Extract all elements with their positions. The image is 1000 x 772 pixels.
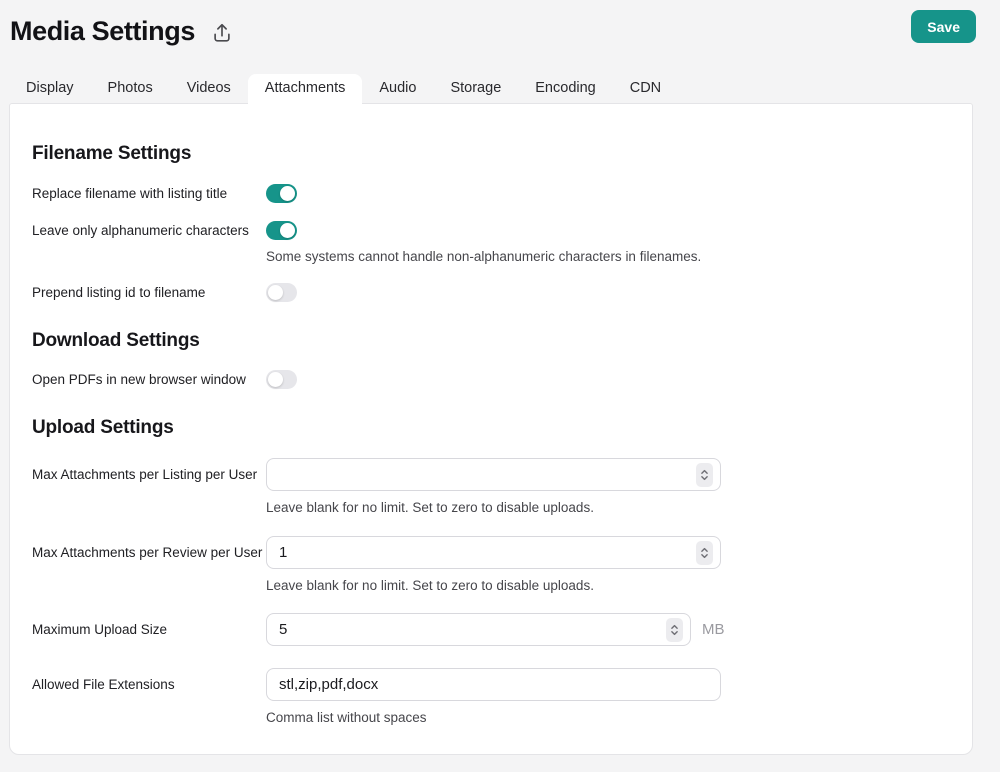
number-field-wrapper bbox=[266, 613, 691, 646]
tab-encoding[interactable]: Encoding bbox=[518, 74, 612, 105]
tab-videos[interactable]: Videos bbox=[170, 74, 248, 105]
allowed-extensions-input[interactable] bbox=[266, 668, 721, 701]
settings-tabbar: Display Photos Videos Attachments Audio … bbox=[9, 74, 678, 105]
number-field-wrapper bbox=[266, 458, 721, 491]
upload-icon[interactable] bbox=[211, 21, 233, 45]
setting-label: Leave only alphanumeric characters bbox=[32, 221, 266, 265]
max-upload-size-input[interactable] bbox=[266, 613, 691, 646]
text-field-wrapper bbox=[266, 668, 721, 701]
stepper-chevrons-icon[interactable] bbox=[666, 618, 683, 642]
number-field-wrapper bbox=[266, 536, 721, 569]
toggle-knob bbox=[280, 186, 295, 201]
media-settings-page: Media Settings Save Display Photos Video… bbox=[0, 0, 1000, 772]
max-attachments-review-input[interactable] bbox=[266, 536, 721, 569]
setting-label: Max Attachments per Review per User bbox=[32, 536, 266, 569]
toggle-prepend-listing-id[interactable] bbox=[266, 283, 297, 302]
help-text: Leave blank for no limit. Set to zero to… bbox=[266, 500, 950, 516]
setting-label: Replace filename with listing title bbox=[32, 184, 266, 203]
section-heading-download-settings: Download Settings bbox=[32, 329, 950, 352]
tab-audio[interactable]: Audio bbox=[362, 74, 433, 105]
toggle-replace-filename[interactable] bbox=[266, 184, 297, 203]
setting-row-max-upload-size: Maximum Upload Size MB bbox=[32, 613, 950, 646]
setting-label: Allowed File Extensions bbox=[32, 668, 266, 701]
stepper-chevrons-icon[interactable] bbox=[696, 541, 713, 565]
setting-label: Maximum Upload Size bbox=[32, 613, 266, 646]
tab-photos[interactable]: Photos bbox=[91, 74, 170, 105]
setting-row-alphanumeric-only: Leave only alphanumeric characters Some … bbox=[32, 221, 950, 265]
setting-label: Max Attachments per Listing per User bbox=[32, 458, 266, 491]
max-attachments-listing-input[interactable] bbox=[266, 458, 721, 491]
stepper-chevrons-icon[interactable] bbox=[696, 463, 713, 487]
help-text: Some systems cannot handle non-alphanume… bbox=[266, 249, 950, 265]
help-text: Comma list without spaces bbox=[266, 710, 950, 726]
tab-attachments[interactable]: Attachments bbox=[248, 74, 363, 105]
page-title: Media Settings bbox=[10, 16, 195, 47]
setting-row-prepend-listing-id: Prepend listing id to filename bbox=[32, 283, 950, 302]
setting-row-max-attachments-review: Max Attachments per Review per User Leav… bbox=[32, 536, 950, 594]
section-heading-upload-settings: Upload Settings bbox=[32, 416, 950, 439]
toggle-open-pdfs[interactable] bbox=[266, 370, 297, 389]
toggle-knob bbox=[268, 285, 283, 300]
save-button[interactable]: Save bbox=[911, 10, 976, 43]
setting-row-open-pdfs: Open PDFs in new browser window bbox=[32, 370, 950, 389]
unit-suffix: MB bbox=[702, 621, 725, 638]
toggle-alphanumeric-only[interactable] bbox=[266, 221, 297, 240]
setting-row-max-attachments-listing: Max Attachments per Listing per User Lea… bbox=[32, 458, 950, 516]
attachments-settings-panel: Filename Settings Replace filename with … bbox=[9, 103, 973, 755]
toggle-knob bbox=[280, 223, 295, 238]
toggle-knob bbox=[268, 372, 283, 387]
setting-label: Open PDFs in new browser window bbox=[32, 370, 266, 389]
tab-display[interactable]: Display bbox=[9, 74, 91, 105]
section-heading-filename-settings: Filename Settings bbox=[32, 142, 950, 165]
setting-label: Prepend listing id to filename bbox=[32, 283, 266, 302]
help-text: Leave blank for no limit. Set to zero to… bbox=[266, 578, 950, 594]
setting-row-replace-filename: Replace filename with listing title bbox=[32, 184, 950, 203]
setting-row-allowed-extensions: Allowed File Extensions Comma list witho… bbox=[32, 668, 950, 726]
tab-storage[interactable]: Storage bbox=[433, 74, 518, 105]
page-header: Media Settings bbox=[10, 16, 233, 47]
tab-cdn[interactable]: CDN bbox=[613, 74, 678, 105]
